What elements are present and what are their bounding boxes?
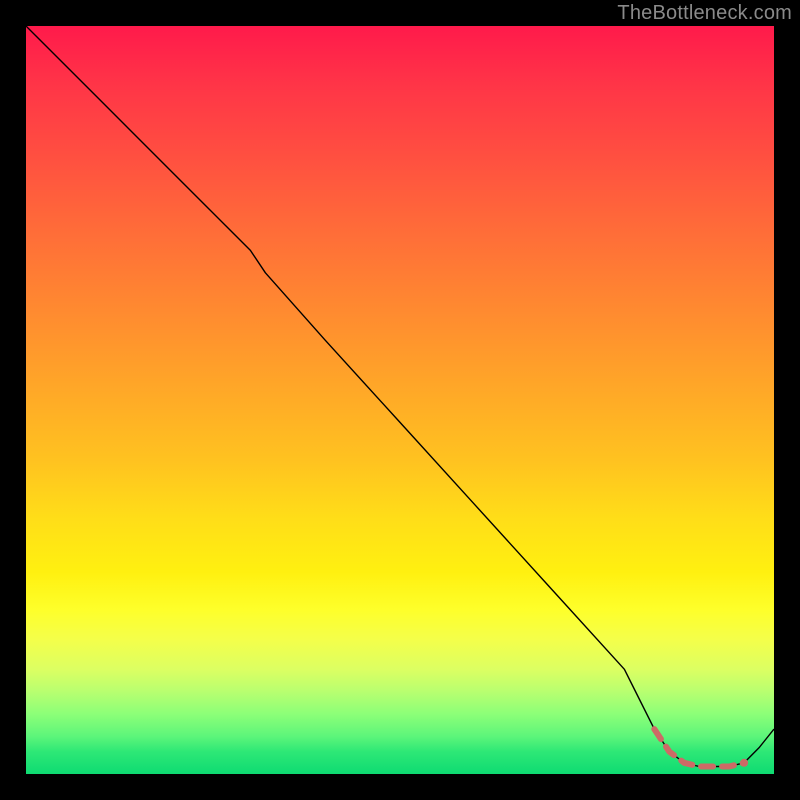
chart-overlay	[26, 26, 774, 774]
series-highlight	[654, 729, 744, 766]
chart-frame: TheBottleneck.com	[0, 0, 800, 800]
plot-area	[26, 26, 774, 774]
series-curve	[26, 26, 774, 767]
highlight-end-dot	[740, 759, 748, 767]
watermark-text: TheBottleneck.com	[617, 2, 792, 25]
